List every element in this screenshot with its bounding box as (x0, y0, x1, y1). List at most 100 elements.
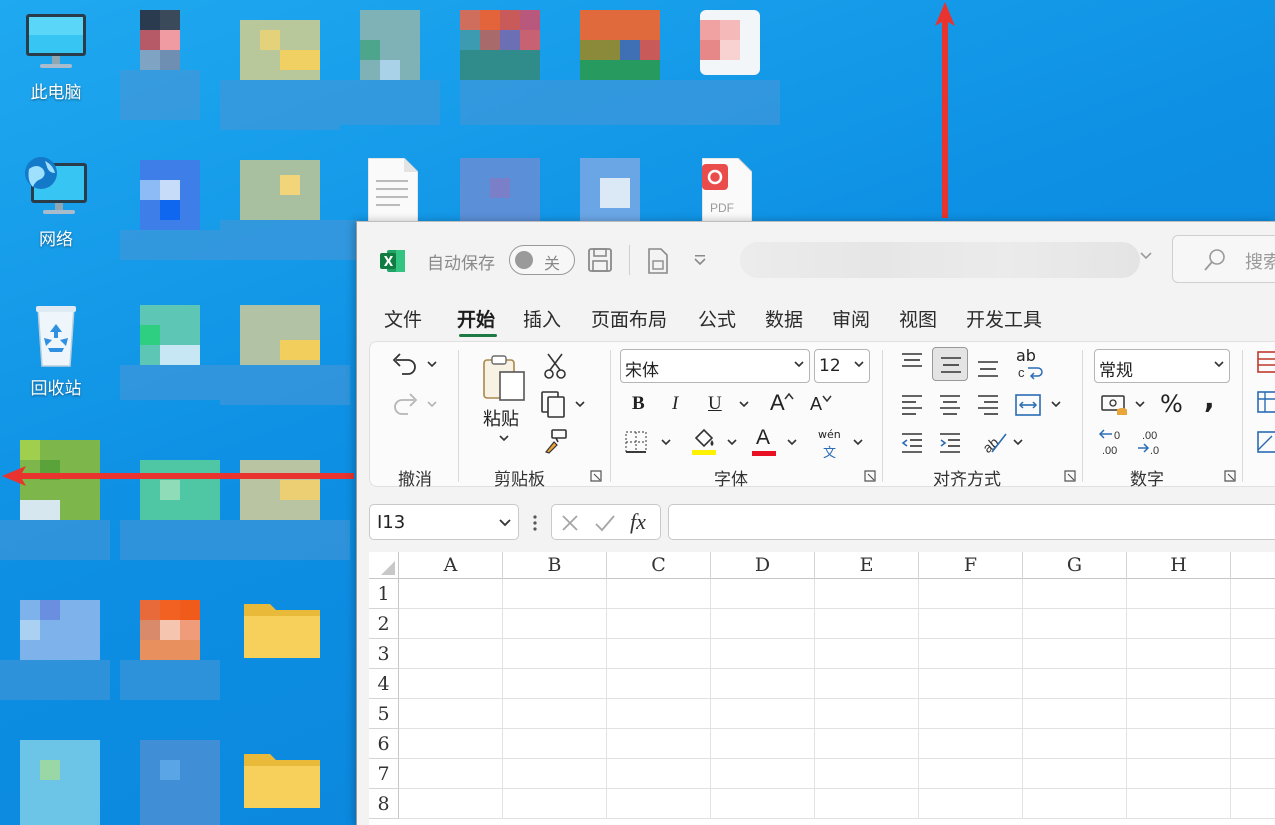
row-header-2[interactable]: 2 (369, 609, 399, 639)
desktop-icon-obscured[interactable] (120, 300, 220, 410)
desktop-icon-this-pc[interactable]: 此电脑 (11, 12, 101, 103)
cell[interactable] (1023, 579, 1127, 609)
cell[interactable] (919, 789, 1023, 819)
phonetic-dropdown-chevron-icon[interactable] (852, 438, 864, 448)
cell[interactable] (607, 759, 711, 789)
paste-label[interactable]: 粘贴 (483, 405, 519, 431)
desktop-icon-obscured[interactable] (460, 158, 540, 222)
desktop-icon-obscured[interactable] (560, 0, 680, 130)
desktop-icon-obscured[interactable] (120, 155, 220, 265)
cell[interactable] (815, 669, 919, 699)
column-header-a[interactable]: A (399, 552, 503, 579)
cell[interactable] (1023, 699, 1127, 729)
cell[interactable] (711, 759, 815, 789)
folder-icon[interactable] (244, 748, 320, 812)
insert-function-button[interactable]: fx (630, 509, 646, 535)
cell[interactable] (1231, 579, 1275, 609)
cell[interactable] (815, 759, 919, 789)
search-box[interactable]: 搜索 (1172, 235, 1275, 283)
row-header-4[interactable]: 4 (369, 669, 399, 699)
cell[interactable] (711, 639, 815, 669)
print-preview-icon[interactable] (645, 247, 671, 275)
cell[interactable] (503, 729, 607, 759)
cell[interactable] (399, 729, 503, 759)
italic-button[interactable]: I (672, 393, 678, 415)
column-header-partial[interactable] (1231, 552, 1275, 579)
cell[interactable] (399, 639, 503, 669)
more-options-icon[interactable] (532, 514, 538, 532)
column-header-f[interactable]: F (919, 552, 1023, 579)
row-header-8[interactable]: 8 (369, 789, 399, 819)
cell[interactable] (503, 669, 607, 699)
dialog-launcher-icon[interactable] (1224, 470, 1236, 482)
cell[interactable] (1231, 729, 1275, 759)
cell[interactable] (815, 789, 919, 819)
cell[interactable] (399, 579, 503, 609)
cell[interactable] (815, 609, 919, 639)
tab-home[interactable]: 开始 (457, 305, 495, 332)
column-header-h[interactable]: H (1127, 552, 1231, 579)
cell[interactable] (919, 639, 1023, 669)
cell[interactable] (1127, 639, 1231, 669)
phonetic-guide-bottom[interactable]: 文 (823, 442, 836, 461)
cell[interactable] (1023, 669, 1127, 699)
dialog-launcher-icon[interactable] (864, 470, 876, 482)
accounting-format-icon[interactable] (1100, 392, 1130, 418)
cell[interactable] (1127, 609, 1231, 639)
cell-styles-icon[interactable] (1256, 430, 1275, 454)
row-header-3[interactable]: 3 (369, 639, 399, 669)
cell[interactable] (1231, 699, 1275, 729)
desktop-icon-obscured[interactable] (220, 155, 360, 265)
cell[interactable] (503, 699, 607, 729)
desktop-icon-obscured[interactable] (340, 0, 440, 130)
formula-input[interactable] (668, 504, 1275, 540)
tab-insert[interactable]: 插入 (523, 305, 561, 332)
cancel-icon[interactable] (560, 513, 580, 533)
underline-button[interactable]: U (708, 393, 722, 415)
desktop-icon-obscured[interactable] (0, 580, 110, 700)
font-color-dropdown-chevron-icon[interactable] (786, 438, 798, 448)
redo-icon[interactable] (390, 390, 420, 416)
cell[interactable] (1231, 759, 1275, 789)
cell[interactable] (919, 759, 1023, 789)
cell[interactable] (1127, 579, 1231, 609)
cell[interactable] (503, 579, 607, 609)
cell[interactable] (503, 759, 607, 789)
row-header-6[interactable]: 6 (369, 729, 399, 759)
name-box[interactable]: I13 (369, 504, 519, 540)
tab-formulas[interactable]: 公式 (698, 305, 736, 332)
tab-review[interactable]: 审阅 (832, 305, 870, 332)
desktop-icon-obscured[interactable] (680, 10, 780, 130)
column-header-g[interactable]: G (1023, 552, 1127, 579)
desktop-icon-obscured[interactable] (120, 580, 220, 700)
column-header-b[interactable]: B (503, 552, 607, 579)
text-orientation-icon[interactable]: ab (980, 428, 1008, 456)
number-format-select[interactable]: 常规 (1094, 349, 1230, 383)
font-name-select[interactable]: 宋体 (620, 349, 810, 383)
format-painter-icon[interactable] (542, 428, 568, 454)
row-header-7[interactable]: 7 (369, 759, 399, 789)
align-right-icon[interactable] (976, 394, 1000, 416)
cell[interactable] (1127, 789, 1231, 819)
bold-button[interactable]: B (632, 393, 645, 415)
tab-page-layout[interactable]: 页面布局 (591, 305, 667, 332)
document-file-icon[interactable] (367, 157, 419, 226)
cell[interactable] (1231, 669, 1275, 699)
align-left-icon[interactable] (900, 394, 924, 416)
fill-color-icon[interactable] (690, 426, 718, 456)
borders-dropdown-chevron-icon[interactable] (660, 438, 672, 448)
tab-developer[interactable]: 开发工具 (966, 305, 1042, 332)
cell[interactable] (607, 699, 711, 729)
cell[interactable] (919, 609, 1023, 639)
cell[interactable] (1023, 609, 1127, 639)
select-all-corner[interactable] (369, 552, 399, 579)
column-header-c[interactable]: C (607, 552, 711, 579)
cell[interactable] (399, 699, 503, 729)
column-header-e[interactable]: E (815, 552, 919, 579)
comma-style-button[interactable]: , (1204, 382, 1215, 415)
format-as-table-icon[interactable] (1256, 390, 1275, 414)
cell[interactable] (1231, 639, 1275, 669)
folder-icon[interactable] (244, 598, 320, 662)
fill-color-dropdown-chevron-icon[interactable] (726, 438, 738, 448)
cell[interactable] (503, 789, 607, 819)
